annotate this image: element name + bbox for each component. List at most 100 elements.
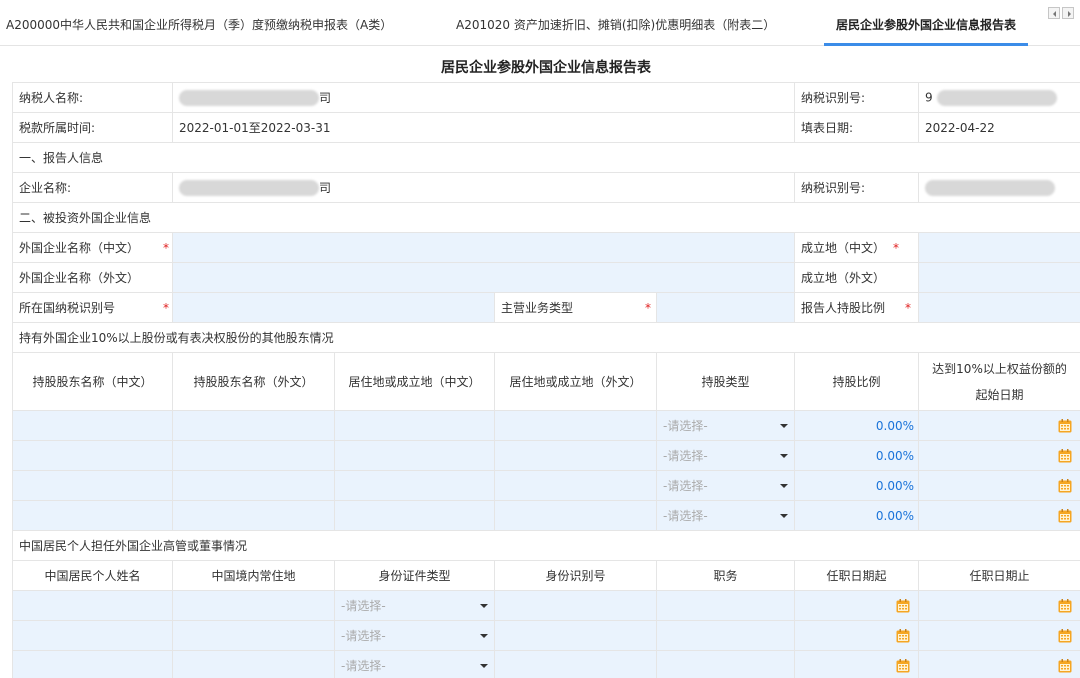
- calendar-icon[interactable]: [1058, 419, 1072, 433]
- est-place-cn-input[interactable]: [918, 232, 1080, 263]
- term-start-input[interactable]: [794, 620, 920, 651]
- id-type-select[interactable]: -请选择-: [334, 590, 495, 621]
- officer-residence-input[interactable]: [172, 650, 335, 678]
- calendar-icon[interactable]: [1058, 479, 1072, 493]
- col-header: 身份证件类型: [334, 560, 495, 591]
- foreign-name-foreign-input[interactable]: [171, 262, 796, 293]
- start-date-input[interactable]: [918, 410, 1080, 441]
- dropdown-arrow-icon: [780, 454, 789, 458]
- tax-id-value-2: [918, 172, 1080, 203]
- est-place-foreign-label: 成立地（外文）: [794, 262, 920, 293]
- tax-id-value: 9: [918, 82, 1080, 113]
- tab-bar: A200000中华人民共和国企业所得税月（季）度预缴纳税申报表（A类） A201…: [0, 0, 1080, 46]
- col-header: 持股股东名称（中文）: [12, 352, 173, 411]
- dropdown-arrow-icon: [480, 664, 488, 668]
- term-start-input[interactable]: [794, 590, 920, 621]
- shareholder-name-cn-input[interactable]: [12, 440, 173, 471]
- foreign-tax-id-input[interactable]: [172, 292, 495, 323]
- table-row: -请选择-: [12, 590, 1080, 621]
- redacted-block: [179, 180, 319, 197]
- holding-ratio-value[interactable]: 0.00%: [794, 440, 920, 471]
- shareholder-name-cn-input[interactable]: [12, 500, 173, 531]
- start-date-input[interactable]: [918, 470, 1080, 501]
- id-number-input[interactable]: [494, 620, 657, 651]
- foreign-name-cn-input[interactable]: [171, 232, 796, 263]
- est-place-foreign-input[interactable]: [918, 262, 1080, 293]
- residence-foreign-input[interactable]: [494, 410, 657, 441]
- shareholder-name-foreign-input[interactable]: [172, 440, 335, 471]
- col-header: 中国居民个人姓名: [12, 560, 173, 591]
- term-start-input[interactable]: [794, 650, 920, 678]
- taxpayer-name-value: ​司: [171, 82, 796, 113]
- holding-ratio-value[interactable]: 0.00%: [794, 410, 920, 441]
- residence-foreign-input[interactable]: [494, 440, 657, 471]
- col-header: 持股类型: [655, 352, 796, 411]
- residence-cn-input[interactable]: [334, 410, 495, 441]
- holding-ratio-value[interactable]: 0.00%: [794, 470, 920, 501]
- holding-ratio-input[interactable]: [918, 292, 1080, 323]
- tab-foreign-enterprise-report[interactable]: 居民企业参股外国企业信息报告表: [823, 0, 1029, 46]
- calendar-icon[interactable]: [896, 629, 910, 643]
- id-number-input[interactable]: [494, 590, 657, 621]
- tab-scroll-right-button[interactable]: [1062, 7, 1074, 19]
- residence-cn-input[interactable]: [334, 470, 495, 501]
- holding-type-select[interactable]: -请选择-: [655, 410, 796, 441]
- shareholder-name-foreign-input[interactable]: [172, 500, 335, 531]
- holding-ratio-value[interactable]: 0.00%: [794, 500, 920, 531]
- position-input[interactable]: [655, 590, 796, 621]
- officer-residence-input[interactable]: [172, 590, 335, 621]
- company-name-value: 司: [171, 172, 796, 203]
- main-business-input[interactable]: [655, 292, 796, 323]
- term-end-input[interactable]: [918, 650, 1080, 678]
- col-header: 持股股东名称（外文）: [172, 352, 335, 411]
- shareholder-name-foreign-input[interactable]: [172, 470, 335, 501]
- col-header: 居住地或成立地（中文）: [334, 352, 495, 411]
- calendar-icon[interactable]: [1058, 659, 1072, 673]
- report-table: 纳税人名称: ​司 纳税识别号: 9 税款所属时间: 2022-01-01至20…: [11, 82, 1080, 678]
- residence-cn-input[interactable]: [334, 440, 495, 471]
- col-header: 居住地或成立地（外文）: [494, 352, 657, 411]
- officer-residence-input[interactable]: [172, 620, 335, 651]
- calendar-icon[interactable]: [1058, 449, 1072, 463]
- officer-name-input[interactable]: [12, 620, 173, 651]
- foreign-name-foreign-label: 外国企业名称（外文）: [12, 262, 173, 293]
- holding-type-select[interactable]: -请选择-: [655, 470, 796, 501]
- shareholder-name-foreign-input[interactable]: [172, 410, 335, 441]
- shareholder-name-cn-input[interactable]: [12, 410, 173, 441]
- id-type-select[interactable]: -请选择-: [334, 650, 495, 678]
- dropdown-arrow-icon: [480, 604, 488, 608]
- position-input[interactable]: [655, 650, 796, 678]
- calendar-icon[interactable]: [896, 599, 910, 613]
- col-header: 任职日期止: [918, 560, 1080, 591]
- term-end-input[interactable]: [918, 620, 1080, 651]
- shareholder-name-cn-input[interactable]: [12, 470, 173, 501]
- holding-type-select[interactable]: -请选择-: [655, 500, 796, 531]
- tab-a200000[interactable]: A200000中华人民共和国企业所得税月（季）度预缴纳税申报表（A类）: [6, 0, 392, 46]
- taxpayer-name-label: 纳税人名称:: [12, 82, 173, 113]
- position-input[interactable]: [655, 620, 796, 651]
- redacted-block: [925, 179, 1056, 196]
- company-name-label: 企业名称:: [12, 172, 173, 203]
- tab-a201020[interactable]: A201020 资产加速折旧、摊销(扣除)优惠明细表（附表二）: [456, 0, 775, 46]
- residence-cn-input[interactable]: [334, 500, 495, 531]
- table-row: -请选择- 0.00%: [12, 500, 1080, 531]
- start-date-input[interactable]: [918, 500, 1080, 531]
- start-date-input[interactable]: [918, 440, 1080, 471]
- term-end-input[interactable]: [918, 590, 1080, 621]
- officer-name-input[interactable]: [12, 650, 173, 678]
- holding-type-select[interactable]: -请选择-: [655, 440, 796, 471]
- calendar-icon[interactable]: [896, 659, 910, 673]
- calendar-icon[interactable]: [1058, 629, 1072, 643]
- calendar-icon[interactable]: [1058, 599, 1072, 613]
- tab-scroll-left-button[interactable]: [1048, 7, 1060, 19]
- id-number-input[interactable]: [494, 650, 657, 678]
- fill-date-label: 填表日期:: [794, 112, 920, 143]
- residence-foreign-input[interactable]: [494, 470, 657, 501]
- calendar-icon[interactable]: [1058, 509, 1072, 523]
- dropdown-arrow-icon: [480, 634, 488, 638]
- chevron-left-icon: [1053, 11, 1056, 17]
- officer-name-input[interactable]: [12, 590, 173, 621]
- fill-date-value: 2022-04-22: [918, 112, 1080, 143]
- id-type-select[interactable]: -请选择-: [334, 620, 495, 651]
- residence-foreign-input[interactable]: [494, 500, 657, 531]
